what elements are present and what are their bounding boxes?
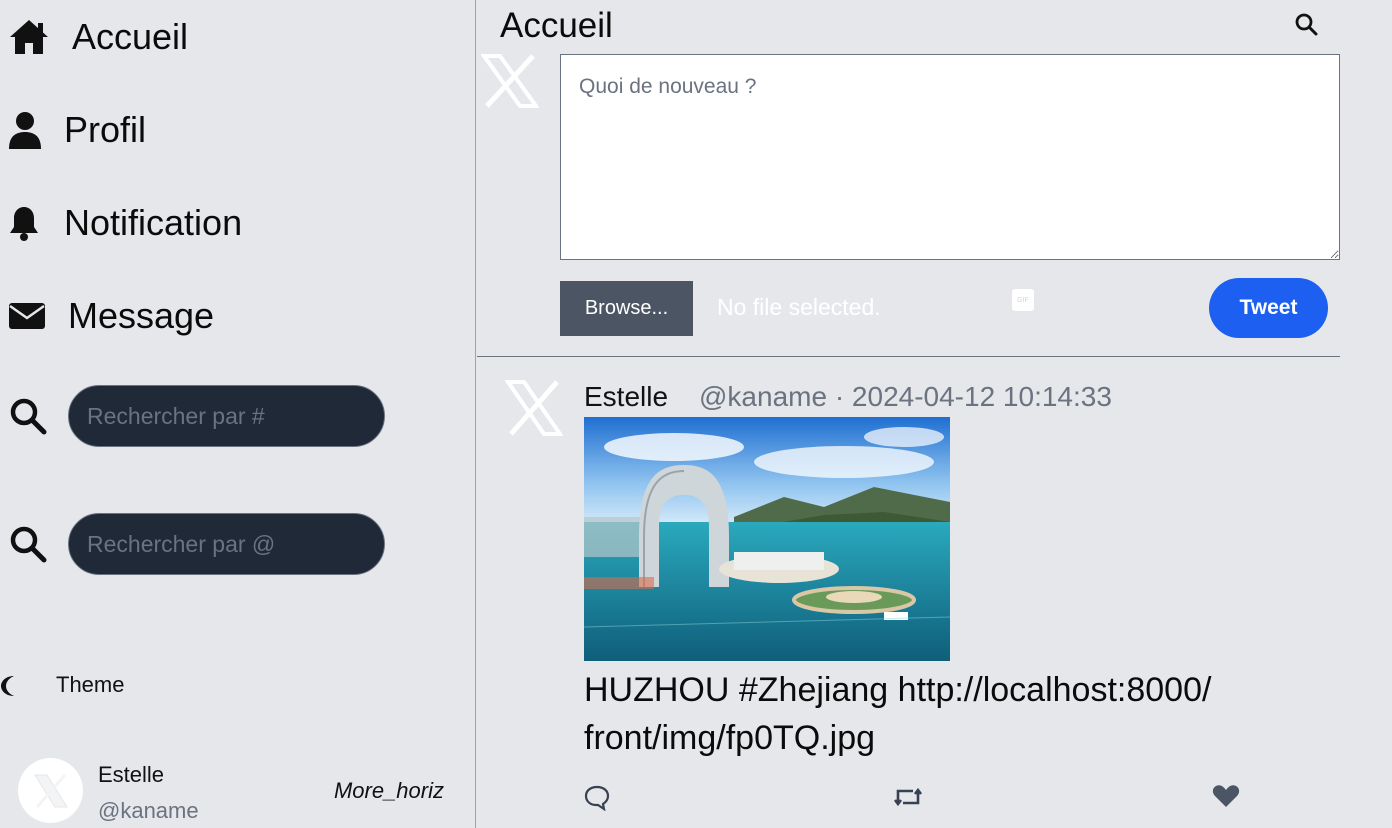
page-title: Accueil [500,6,613,45]
tweet-button[interactable]: Tweet [1209,278,1328,338]
nav-label-notification: Notification [64,202,243,243]
reply-icon[interactable] [583,783,611,812]
sidebar: Accueil Profil Notification Message Rech… [0,0,476,828]
home-icon [8,16,50,58]
profile-menu[interactable]: Estelle @kaname More_horiz [18,756,458,824]
x-logo-icon [33,773,68,808]
gif-icon[interactable]: GIF [1012,289,1034,311]
more-options-button[interactable]: More_horiz [334,778,444,804]
moon-icon [0,674,16,703]
compose-textarea[interactable] [560,54,1340,260]
x-logo-icon [480,54,540,108]
nav-item-notification[interactable]: Notification [8,202,242,244]
user-icon [8,109,50,151]
envelope-icon [8,295,50,337]
profile-handle: @kaname [98,798,199,823]
search-user-row [8,513,385,575]
tweet-text: HUZHOU #Zhejiang http://localhost:8000/ … [584,671,1212,757]
theme-label: Theme [56,672,125,697]
bell-icon [8,202,50,244]
search-icon[interactable] [1294,12,1318,36]
profile-name: Estelle [98,762,165,787]
nav-item-message[interactable]: Message [8,295,214,337]
avatar [18,758,83,823]
nav-label-profil: Profil [64,109,147,150]
tweet-image[interactable] [584,417,950,661]
browse-button[interactable]: Browse... [560,281,693,336]
divider [477,356,1340,357]
nav-label-accueil: Accueil [72,16,189,57]
x-logo-icon [504,380,564,436]
tweet-author[interactable]: Estelle [584,381,668,413]
like-heart-icon[interactable] [1212,783,1240,811]
retweet-icon[interactable] [893,783,923,811]
nav-label-message: Message [68,295,215,336]
theme-toggle[interactable]: Theme [0,672,124,698]
search-icon[interactable] [8,524,48,564]
nav-item-accueil[interactable]: Accueil [8,16,188,58]
tweet-meta: @kaname · 2024-04-12 10:14:33 [699,381,1112,412]
file-status: No file selected. [717,294,881,320]
nav-item-profil[interactable]: Profil [8,109,146,151]
main-feed: Accueil Browse... No file selected. GIF … [477,0,1392,828]
search-icon[interactable] [8,396,48,436]
search-hashtag-input[interactable] [68,385,385,447]
search-hashtag-row [8,385,385,447]
search-user-input[interactable] [68,513,385,575]
